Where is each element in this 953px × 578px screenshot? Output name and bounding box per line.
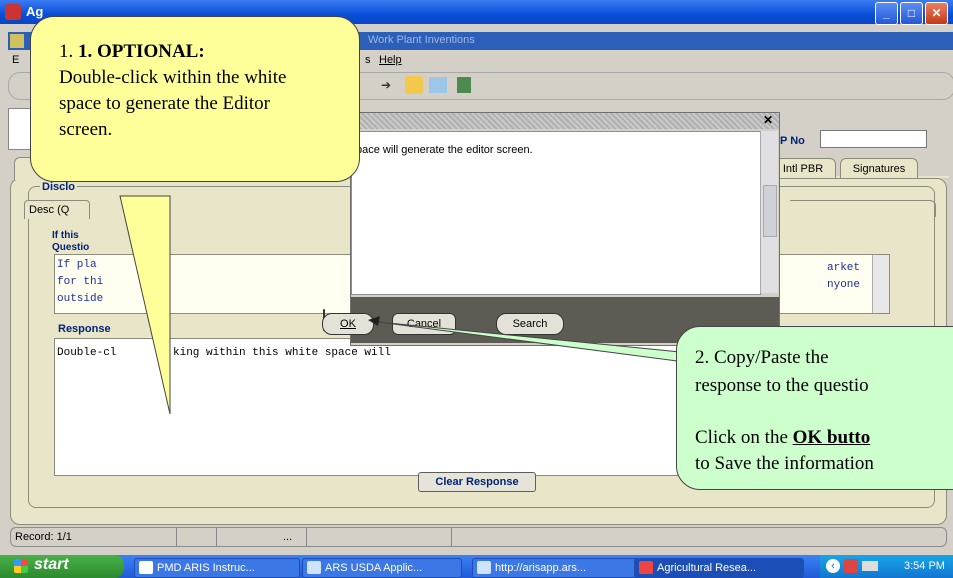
system-tray: ‹ 3:54 PM <box>820 555 953 578</box>
tab-signatures[interactable]: Signatures <box>840 158 918 179</box>
task-item[interactable]: PMD ARIS Instruc... <box>134 558 300 578</box>
callout-copy-line3: Click on the OK butto <box>695 427 871 448</box>
form-title: Work Plant Inventions <box>368 34 475 46</box>
close-button[interactable]: ✕ <box>925 2 948 25</box>
menu-e[interactable]: E <box>12 54 19 66</box>
pno-field[interactable] <box>820 130 927 148</box>
subtab-line <box>790 200 936 217</box>
browser-icon <box>307 561 321 574</box>
editor-text-area[interactable]: pace will generate the editor screen. <box>351 131 761 295</box>
status-bar: Record: 1/1 ... <box>10 527 947 547</box>
tray-app-icon[interactable] <box>844 559 858 573</box>
menu-help[interactable]: Help <box>379 54 402 66</box>
pno-label: P No <box>780 135 805 147</box>
record-count: Record: 1/1 <box>15 531 72 543</box>
editor-text: pace will generate the editor screen. <box>356 144 533 156</box>
exit-icon[interactable] <box>457 77 471 93</box>
status-ellipsis: ... <box>283 531 293 543</box>
task-item-active[interactable]: Agricultural Resea... <box>634 558 804 578</box>
editor-dialog-title: ✕ <box>351 113 779 129</box>
form-icon <box>10 34 24 48</box>
browser-icon <box>477 561 491 574</box>
callout-copy-paste: 2. Copy/Paste the response to the questi… <box>676 326 953 490</box>
callout-copy-line4: to Save the information <box>695 453 874 474</box>
help-query-icon[interactable] <box>429 77 447 93</box>
dialog-close-icon[interactable]: ✕ <box>763 113 773 127</box>
tray-network-icon[interactable] <box>862 561 878 571</box>
question-line: nyone <box>827 279 861 291</box>
callout-optional-title: 1. 1. OPTIONAL: <box>59 41 205 62</box>
windows-logo-icon <box>14 559 28 573</box>
question-line: arket <box>827 262 861 274</box>
callout-optional: 1. 1. OPTIONAL: Double-click within the … <box>30 16 360 182</box>
minimize-button[interactable]: _ <box>875 2 898 25</box>
scroll-thumb[interactable] <box>763 185 777 237</box>
callout-copy-line1: 2. Copy/Paste the <box>695 347 829 368</box>
callout-copy-line2: response to the questio <box>695 375 869 396</box>
tray-chevron-icon[interactable]: ‹ <box>826 559 840 573</box>
clear-response-button[interactable]: Clear Response <box>418 472 536 492</box>
task-item[interactable]: http://arisapp.ars... <box>472 558 642 578</box>
task-item[interactable]: ARS USDA Applic... <box>302 558 462 578</box>
record-icon[interactable] <box>8 108 32 150</box>
edit-icon[interactable] <box>405 76 423 94</box>
maximize-button[interactable]: □ <box>900 2 923 25</box>
app-icon <box>5 4 21 20</box>
app-icon <box>639 561 653 574</box>
callout-optional-body: Double-click within the white space to g… <box>59 67 287 140</box>
clock: 3:54 PM <box>904 560 945 572</box>
start-label: start <box>34 556 69 573</box>
start-button[interactable]: start <box>0 555 124 578</box>
arrow-icon[interactable]: ➔ <box>381 78 395 92</box>
word-doc-icon <box>139 561 153 574</box>
editor-scrollbar[interactable] <box>760 131 778 293</box>
